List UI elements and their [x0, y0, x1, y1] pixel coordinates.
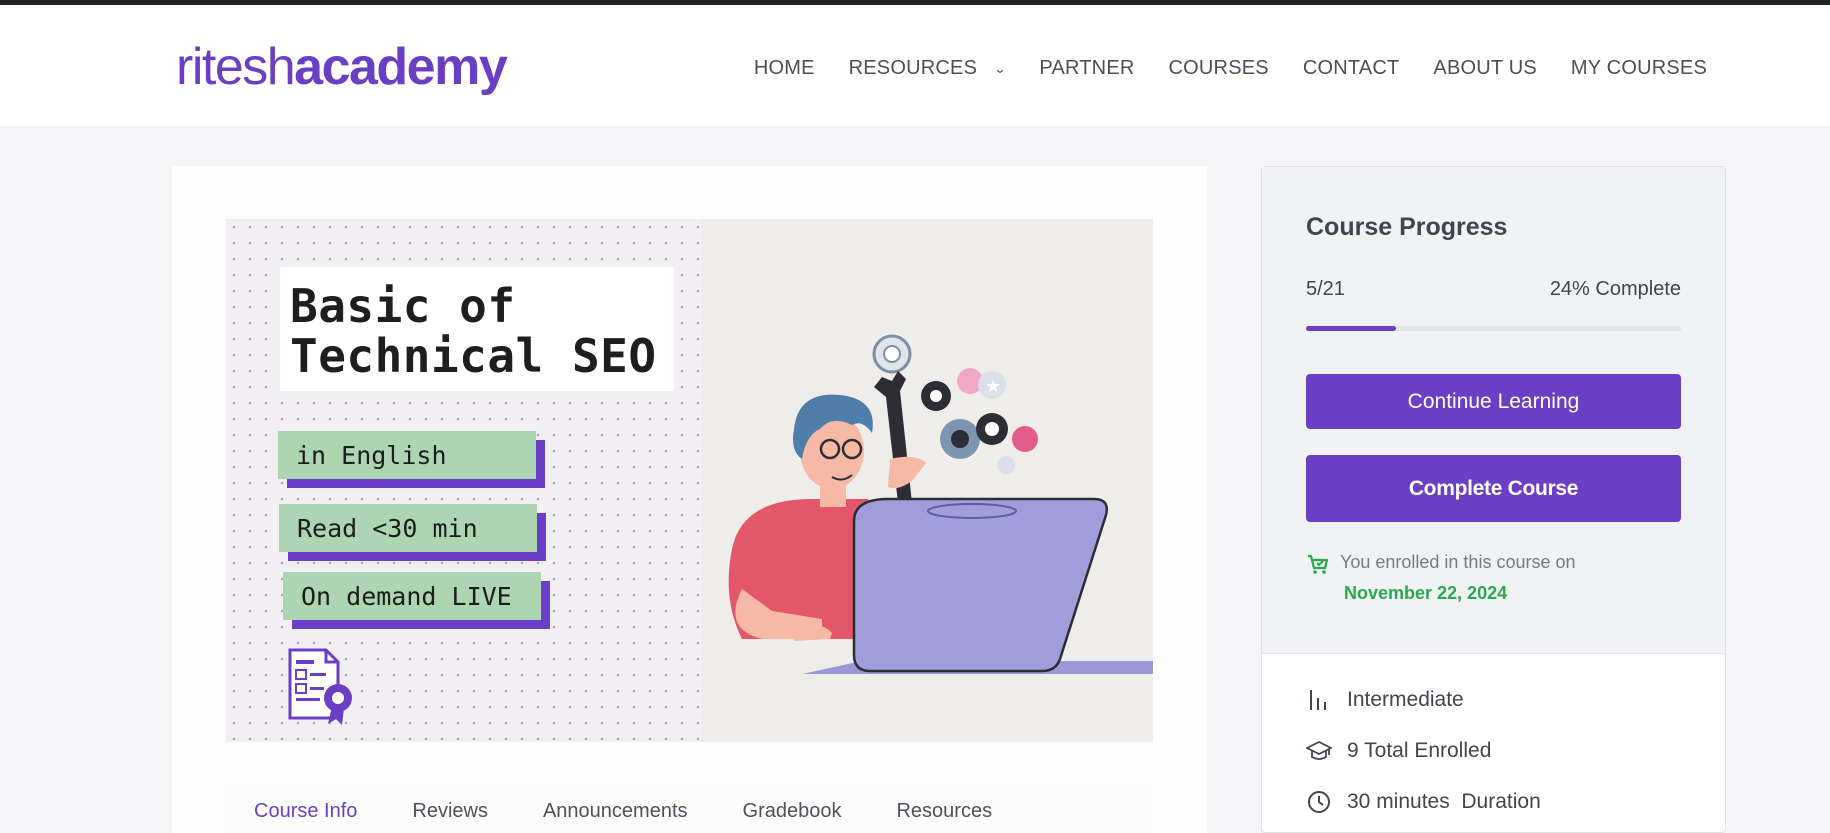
nav-about-us[interactable]: ABOUT US	[1433, 57, 1536, 80]
meta-level: Intermediate	[1306, 687, 1464, 713]
progress-count: 5/21	[1306, 278, 1345, 300]
progress-percent: 24% Complete	[1549, 278, 1681, 300]
cart-check-icon	[1308, 554, 1329, 574]
svg-text:★: ★	[985, 376, 1001, 397]
nav-partner[interactable]: PARTNER	[1039, 57, 1134, 80]
enrolled-text: You enrolled in this course on	[1340, 552, 1576, 572]
meta-level-text: Intermediate	[1347, 688, 1464, 711]
course-title-line2: Technical SEO	[290, 329, 657, 383]
course-thumbnail: Basic of Technical SEO in English Read <…	[226, 219, 1153, 742]
nav-my-courses[interactable]: MY COURSES	[1571, 57, 1707, 80]
nav-home[interactable]: HOME	[754, 57, 815, 80]
nav-courses-label: COURSES	[1168, 57, 1269, 79]
progress-title: Course Progress	[1306, 213, 1508, 241]
developer-illustration: ★	[728, 334, 1153, 674]
nav-partner-label: PARTNER	[1039, 57, 1135, 79]
continue-learning-button[interactable]: Continue Learning	[1306, 374, 1681, 429]
thumbnail-illustration-panel: ★	[702, 219, 1153, 742]
nav-courses[interactable]: COURSES	[1169, 57, 1269, 80]
nav-resources[interactable]: RESOURCES ⌄	[848, 57, 1007, 80]
tag-language-label: in English	[278, 431, 536, 479]
thumbnail-dotted-panel: Basic of Technical SEO in English Read <…	[226, 219, 702, 742]
clock-icon	[1306, 789, 1332, 815]
enrolled-date: November 22, 2024	[1344, 583, 1508, 603]
site-logo[interactable]: riteshacademy	[176, 37, 508, 97]
main-nav: HOME RESOURCES ⌄ PARTNER COURSES CONTACT …	[720, 57, 1707, 80]
progress-bar-fill	[1306, 326, 1396, 331]
progress-panel: Course Progress 5/21 24% Complete Contin…	[1262, 167, 1725, 654]
nav-resources-label: RESOURCES	[848, 57, 978, 79]
course-tabs: Course Info Reviews Announcements Gradeb…	[226, 782, 1153, 833]
course-sidebar: Course Progress 5/21 24% Complete Contin…	[1261, 166, 1726, 833]
certificate-icon	[288, 648, 352, 725]
meta-duration: 30 minutes Duration	[1306, 789, 1541, 815]
tab-announcements[interactable]: Announcements	[543, 782, 688, 833]
meta-duration-text: 30 minutes Duration	[1347, 790, 1541, 813]
nav-home-label: HOME	[753, 57, 815, 79]
tag-read-time-label: Read <30 min	[279, 504, 537, 552]
tag-read-time: Read <30 min	[279, 504, 546, 561]
tab-gradebook[interactable]: Gradebook	[743, 782, 842, 833]
course-title-line1: Basic of	[290, 279, 516, 333]
tag-on-demand: On demand LIVE	[283, 572, 550, 629]
chevron-down-icon: ⌄	[993, 61, 1007, 76]
tab-course-info[interactable]: Course Info	[254, 782, 357, 833]
logo-text-academy: academy	[294, 38, 508, 96]
tag-language: in English	[278, 431, 545, 488]
tag-on-demand-label: On demand LIVE	[283, 572, 541, 620]
tab-reviews[interactable]: Reviews	[412, 782, 488, 833]
graduation-cap-icon	[1306, 738, 1332, 764]
nav-about-us-label: ABOUT US	[1433, 57, 1537, 79]
meta-enrolled-text: 9 Total Enrolled	[1347, 739, 1492, 762]
meta-enrolled: 9 Total Enrolled	[1306, 738, 1491, 764]
nav-contact-label: CONTACT	[1302, 57, 1400, 79]
nav-my-courses-label: MY COURSES	[1570, 57, 1707, 79]
progress-bar	[1306, 326, 1681, 331]
logo-text-ritesh: ritesh	[176, 38, 296, 96]
complete-course-button[interactable]: Complete Course	[1306, 455, 1681, 522]
level-bars-icon	[1306, 687, 1332, 713]
nav-contact[interactable]: CONTACT	[1303, 57, 1400, 80]
site-header: riteshacademy HOME RESOURCES ⌄ PARTNER CO…	[0, 5, 1830, 126]
tab-resources[interactable]: Resources	[896, 782, 992, 833]
course-title-box: Basic of Technical SEO	[280, 267, 674, 391]
